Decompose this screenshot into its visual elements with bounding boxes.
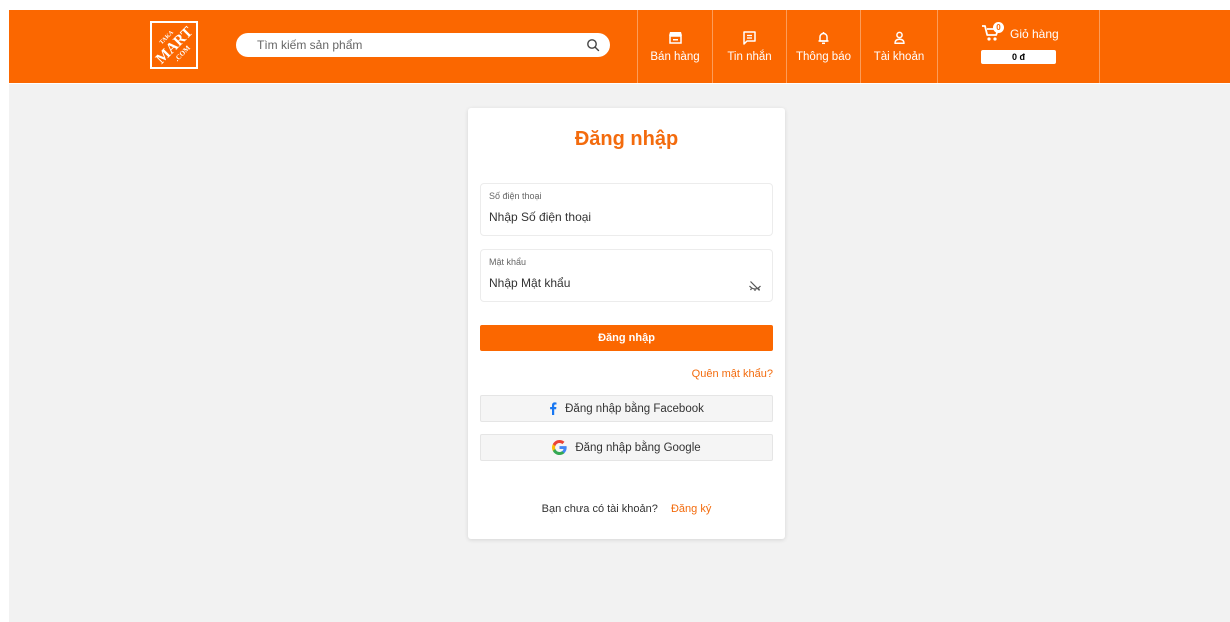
phone-field-label: Số điện thoại: [489, 191, 542, 201]
signup-link[interactable]: Đăng ký: [671, 503, 711, 515]
password-field-label: Mật khẩu: [489, 257, 527, 267]
cart-count-badge: 0: [993, 22, 1004, 33]
phone-input[interactable]: [489, 210, 739, 224]
nav-messages[interactable]: Tin nhắn: [712, 10, 786, 83]
search-icon[interactable]: [586, 38, 600, 52]
cart-button[interactable]: 0 Giỏ hàng 0 đ: [937, 10, 1100, 83]
brand-logo[interactable]: TAKA MART .COM: [150, 21, 198, 69]
no-account-text: Bạn chưa có tài khoản?: [541, 503, 658, 515]
nav-account[interactable]: Tài khoản: [860, 10, 937, 83]
facebook-login-button[interactable]: Đăng nhập bằng Facebook: [480, 395, 773, 422]
signup-row: Bạn chưa có tài khoản? Đăng ký: [468, 503, 785, 515]
store-icon: [668, 30, 683, 45]
nav-messages-label: Tin nhắn: [727, 51, 772, 63]
user-icon: [892, 30, 907, 45]
message-icon: [742, 30, 757, 45]
google-login-label: Đăng nhập bằng Google: [575, 441, 701, 454]
nav-sell-label: Bán hàng: [650, 51, 700, 63]
cart-label: Giỏ hàng: [1010, 27, 1059, 41]
facebook-icon: [549, 402, 557, 415]
forgot-password-link[interactable]: Quên mật khẩu?: [692, 368, 773, 380]
bell-icon: [816, 30, 831, 45]
top-header: TAKA MART .COM Bán hàng Tin nhắn Thông b…: [9, 10, 1230, 83]
nav-account-label: Tài khoản: [873, 51, 925, 63]
facebook-login-label: Đăng nhập bằng Facebook: [565, 402, 704, 415]
cart-total: 0 đ: [981, 50, 1056, 64]
nav-notifications[interactable]: Thông báo: [786, 10, 860, 83]
login-card: Đăng nhập Số điện thoại Mật khẩu Đăng nh…: [468, 108, 785, 539]
login-title: Đăng nhập: [574, 128, 679, 150]
login-submit-button[interactable]: Đăng nhập: [480, 325, 773, 351]
google-icon: [552, 440, 567, 455]
search-input[interactable]: [257, 38, 586, 52]
google-login-button[interactable]: Đăng nhập bằng Google: [480, 434, 773, 461]
password-input[interactable]: [489, 276, 739, 290]
nav-notifications-label: Thông báo: [796, 51, 851, 63]
phone-field: Số điện thoại: [480, 183, 773, 236]
password-field: Mật khẩu: [480, 249, 773, 302]
eye-slash-icon[interactable]: [748, 279, 762, 293]
svg-text:MART: MART: [153, 24, 196, 67]
search-bar: [236, 33, 610, 57]
nav-sell[interactable]: Bán hàng: [637, 10, 712, 83]
